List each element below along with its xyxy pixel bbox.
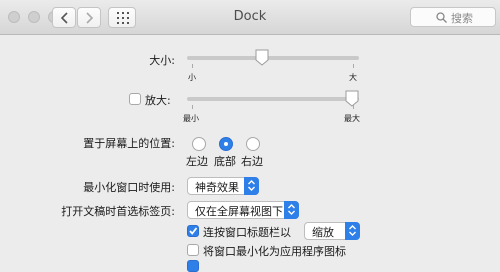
position-left-radio[interactable]: [192, 137, 206, 151]
minimize-effect-popup[interactable]: 神奇效果: [187, 177, 259, 195]
mag-tick-min: [192, 105, 193, 109]
double-click-checkbox[interactable]: [187, 225, 199, 237]
magnification-slider-knob[interactable]: [344, 90, 360, 107]
minimize-effect-label: 最小化窗口时使用:: [83, 181, 175, 194]
magnification-slider-track[interactable]: [187, 97, 359, 101]
position-label: 置于屏幕上的位置:: [83, 137, 175, 150]
prefer-tabs-value: 仅在全屏幕视图下: [195, 205, 283, 218]
magnification-max-label: 最大: [344, 114, 360, 123]
title-bar: Dock 搜索: [0, 0, 500, 35]
prefer-tabs-popup[interactable]: 仅在全屏幕视图下: [187, 201, 299, 219]
magnification-label: 放大:: [145, 94, 171, 107]
double-click-popup[interactable]: 缩放: [304, 222, 360, 240]
position-right-radio[interactable]: [246, 137, 260, 151]
popup-arrows-icon: [244, 177, 259, 195]
search-icon: [436, 12, 447, 23]
magnification-min-label: 最小: [183, 114, 199, 123]
size-tick-max: [353, 64, 354, 68]
minimize-into-app-checkbox[interactable]: [187, 244, 199, 256]
position-left-label: 左边: [186, 155, 208, 168]
size-slider-track[interactable]: [187, 56, 359, 60]
checkmark-icon: [189, 227, 198, 235]
size-min-label: 小: [188, 73, 196, 82]
mag-tick-max: [353, 105, 354, 109]
position-right-label: 右边: [241, 155, 263, 168]
double-click-label: 连按窗口标题栏以: [203, 226, 291, 239]
size-slider-knob[interactable]: [254, 49, 270, 66]
size-label: 大小:: [149, 54, 175, 67]
magnification-checkbox[interactable]: [129, 93, 141, 105]
search-field[interactable]: 搜索: [410, 7, 496, 27]
position-bottom-label: 底部: [214, 155, 236, 168]
double-click-value: 缩放: [312, 226, 334, 239]
size-max-label: 大: [349, 73, 357, 82]
position-bottom-radio[interactable]: [219, 137, 233, 151]
popup-arrows-icon: [284, 201, 299, 219]
minimize-effect-value: 神奇效果: [195, 181, 239, 194]
prefer-tabs-label: 打开文稿时首选标签页:: [61, 205, 175, 218]
search-placeholder: 搜索: [451, 12, 473, 25]
minimize-into-app-label: 将窗口最小化为应用程序图标: [203, 245, 346, 258]
popup-arrows-icon: [345, 222, 360, 240]
size-tick-min: [192, 64, 193, 68]
